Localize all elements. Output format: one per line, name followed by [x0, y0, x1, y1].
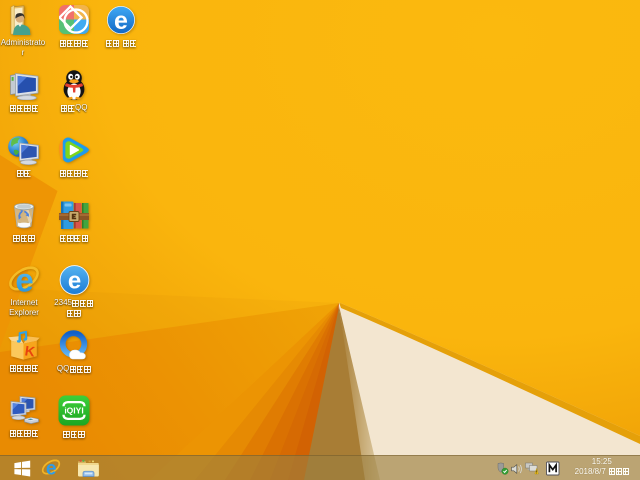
svg-text:K: K	[24, 342, 36, 359]
svg-text:e: e	[114, 7, 128, 35]
svg-text:e: e	[67, 268, 80, 295]
svg-text:iQIYI: iQIYI	[64, 405, 83, 415]
